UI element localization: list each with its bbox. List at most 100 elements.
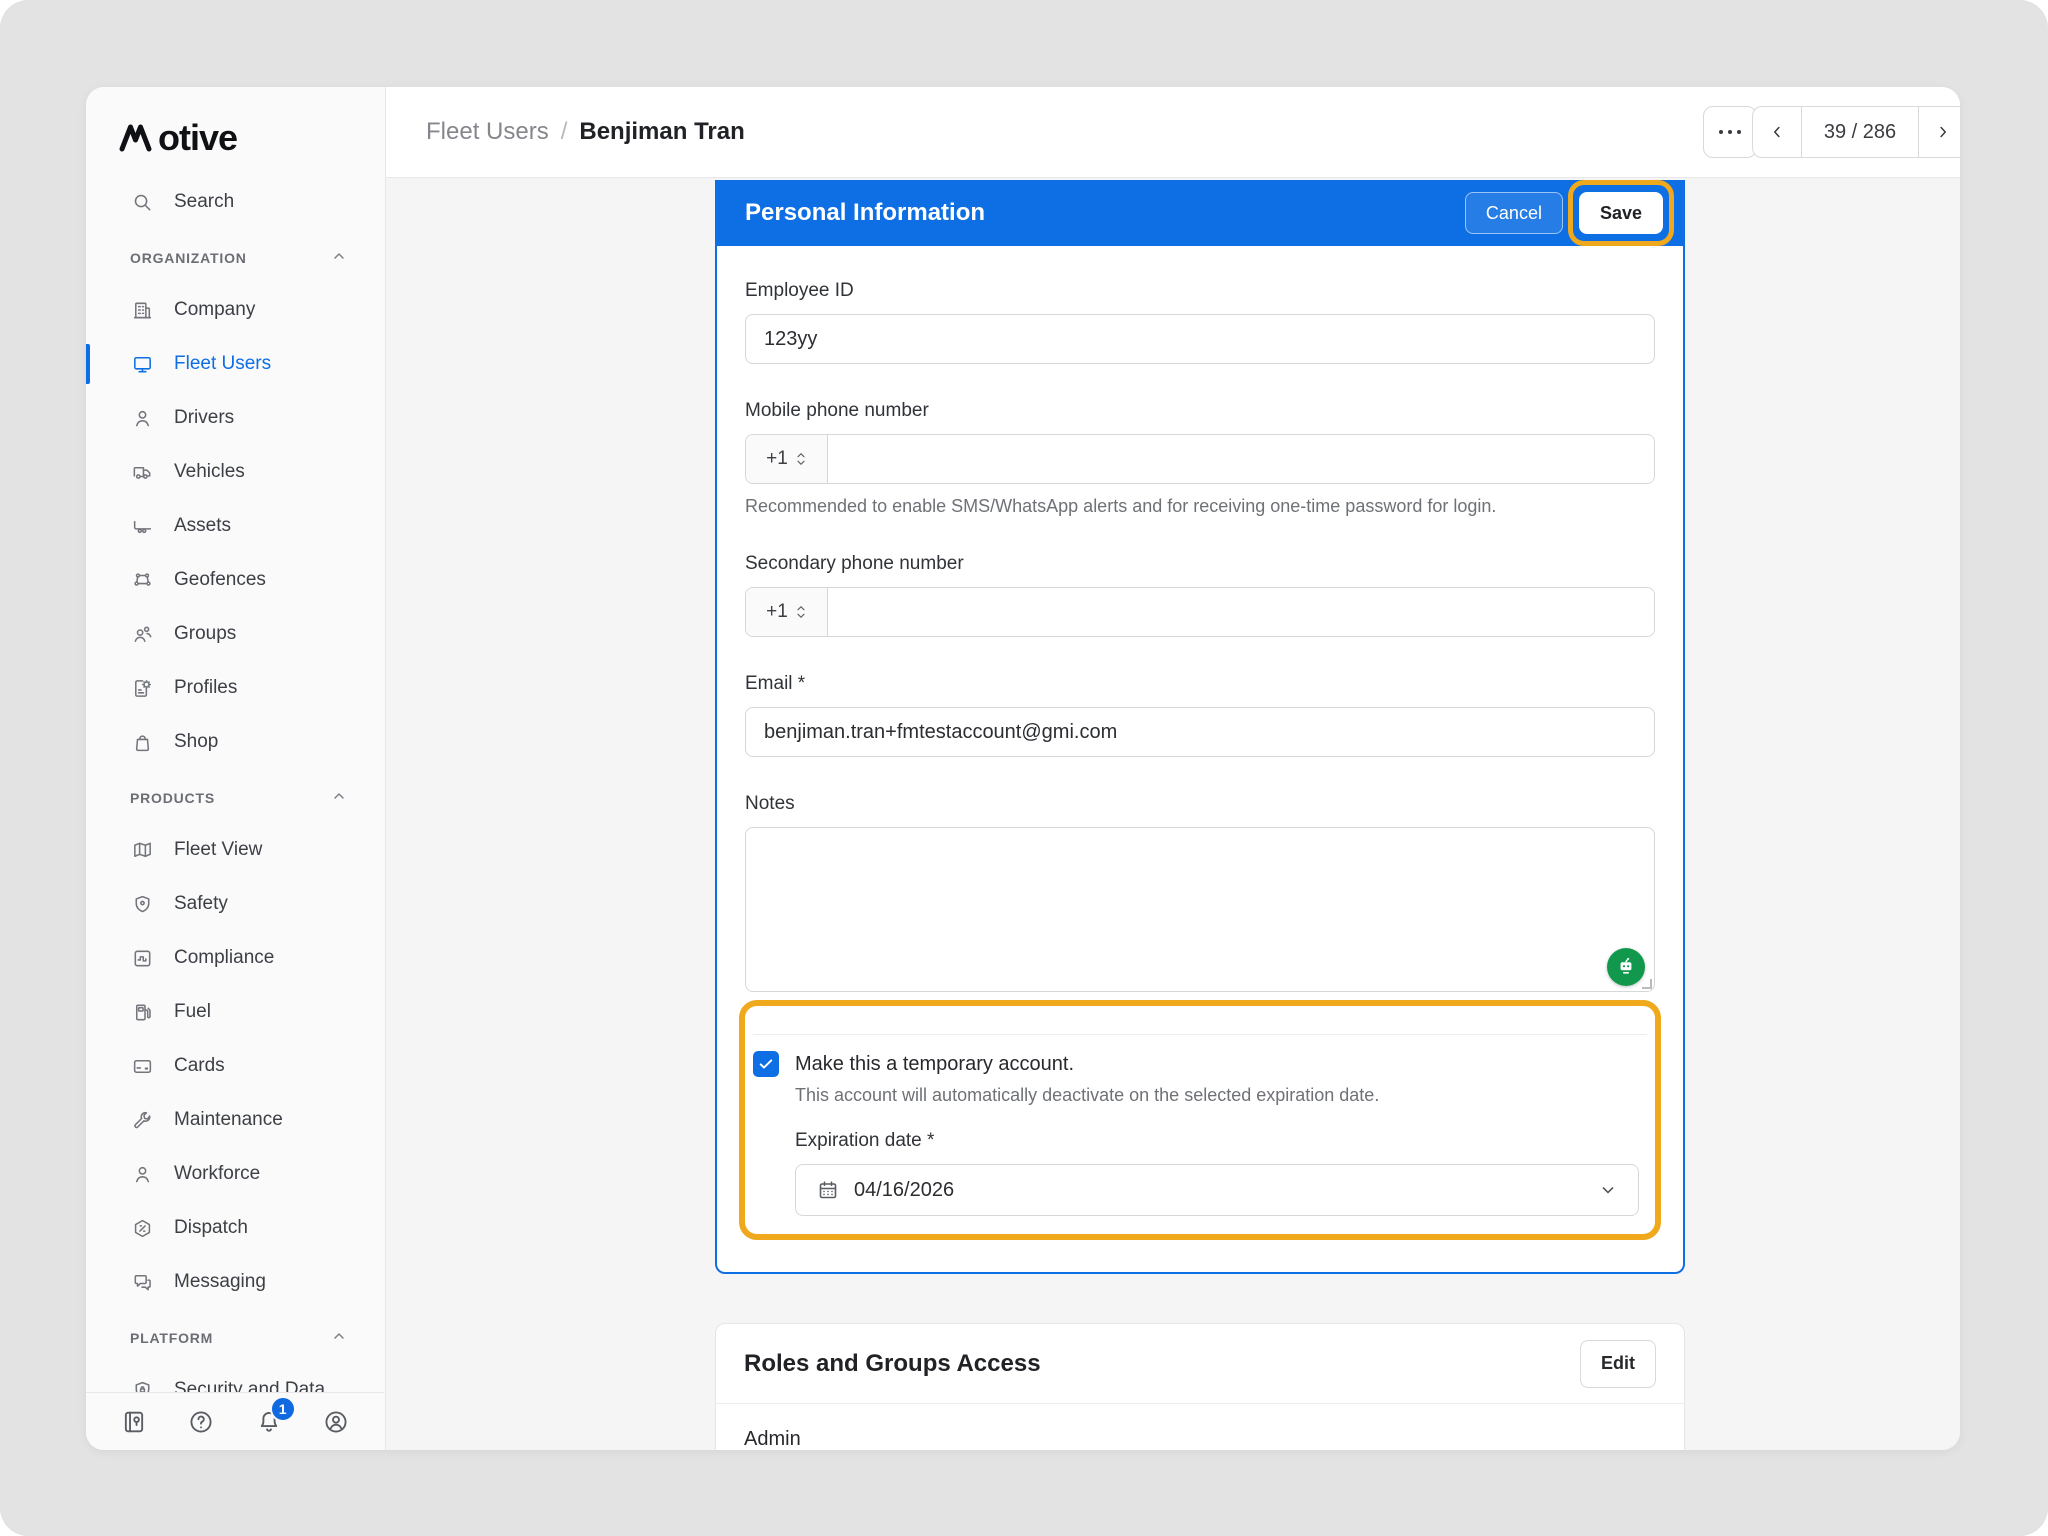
chevron-down-icon <box>1598 1180 1618 1200</box>
sidebar-item-safety[interactable]: Safety <box>86 877 385 931</box>
app-window: otive Search ORGANIZATION Company Fl <box>86 87 1960 1450</box>
country-code-value: +1 <box>766 448 788 470</box>
guide-book-icon[interactable] <box>120 1408 148 1436</box>
sidebar-item-dispatch[interactable]: Dispatch <box>86 1201 385 1255</box>
shield-icon <box>130 892 154 916</box>
person-icon <box>130 1162 154 1186</box>
sidebar-item-label: Cards <box>174 1055 225 1077</box>
sidebar-item-label: Shop <box>174 731 218 753</box>
sidebar-item-profiles[interactable]: Profiles <box>86 661 385 715</box>
country-code-select[interactable]: +1 <box>746 588 828 636</box>
search-icon <box>130 190 154 214</box>
sidebar-item-messaging[interactable]: Messaging <box>86 1255 385 1309</box>
section-platform[interactable]: PLATFORM <box>86 1313 385 1363</box>
temporary-account-helper: This account will automatically deactiva… <box>795 1085 1647 1106</box>
building-icon <box>130 298 154 322</box>
chat-bubbles-icon <box>130 1270 154 1294</box>
assistant-bot-icon[interactable] <box>1607 948 1645 986</box>
sidebar-item-compliance[interactable]: Compliance <box>86 931 385 985</box>
secondary-phone-input[interactable] <box>828 588 1654 636</box>
email-input[interactable] <box>745 707 1655 757</box>
section-divider <box>753 1034 1647 1035</box>
cancel-button[interactable]: Cancel <box>1465 192 1563 234</box>
person-icon <box>130 406 154 430</box>
country-code-select[interactable]: +1 <box>746 435 828 483</box>
truck-icon <box>130 460 154 484</box>
sidebar-item-workforce[interactable]: Workforce <box>86 1147 385 1201</box>
more-actions-button[interactable] <box>1703 106 1757 158</box>
fuel-pump-icon <box>130 1000 154 1024</box>
roles-groups-access-panel: Roles and Groups Access Edit Admin <box>715 1323 1685 1450</box>
chevron-left-icon <box>1768 123 1786 141</box>
account-icon[interactable] <box>322 1408 350 1436</box>
motive-logo[interactable]: otive <box>86 87 385 165</box>
notification-badge: 1 <box>270 1396 296 1422</box>
sidebar-item-fleet-view[interactable]: Fleet View <box>86 823 385 877</box>
sidebar-item-label: Safety <box>174 893 228 915</box>
monitor-icon <box>130 352 154 376</box>
sidebar-item-label: Maintenance <box>174 1109 283 1131</box>
mobile-phone-input[interactable] <box>828 435 1654 483</box>
sidebar-item-drivers[interactable]: Drivers <box>86 391 385 445</box>
pager-previous-button[interactable] <box>1753 107 1801 157</box>
sidebar-item-label: Profiles <box>174 677 237 699</box>
expiration-date-label: Expiration date * <box>795 1130 1647 1152</box>
chevron-right-icon <box>1934 123 1952 141</box>
edit-button[interactable]: Edit <box>1580 1340 1656 1388</box>
sidebar-item-label: Messaging <box>174 1271 266 1293</box>
notes-field: Notes <box>745 793 1655 992</box>
sidebar-item-label: Fleet Users <box>174 353 271 375</box>
chevron-up-icon <box>331 788 347 809</box>
record-pager: 39 / 286 <box>1752 106 1960 158</box>
role-value: Admin <box>716 1404 1684 1450</box>
pager-next-button[interactable] <box>1919 107 1960 157</box>
save-button[interactable]: Save <box>1579 192 1663 234</box>
employee-id-input[interactable] <box>745 314 1655 364</box>
sidebar-item-maintenance[interactable]: Maintenance <box>86 1093 385 1147</box>
sidebar-nav: Search ORGANIZATION Company Fleet Users … <box>86 165 385 1417</box>
notes-label: Notes <box>745 793 1655 815</box>
sidebar-item-label: Fuel <box>174 1001 211 1023</box>
trailer-icon <box>130 514 154 538</box>
content-area: Personal Information Cancel Save Employe… <box>386 178 1960 1450</box>
temporary-account-label[interactable]: Make this a temporary account. <box>795 1053 1074 1076</box>
sidebar-item-vehicles[interactable]: Vehicles <box>86 445 385 499</box>
temporary-account-checkbox[interactable] <box>753 1051 779 1077</box>
panel-title: Personal Information <box>745 199 1465 227</box>
page-title: Benjiman Tran <box>579 118 744 146</box>
expiration-date-value: 04/16/2026 <box>854 1179 1584 1202</box>
notes-textarea[interactable] <box>745 827 1655 992</box>
notifications-bell-icon[interactable]: 1 <box>255 1408 283 1436</box>
sidebar-item-search[interactable]: Search <box>86 175 385 229</box>
chevron-up-icon <box>331 1328 347 1349</box>
section-label: PRODUCTS <box>130 790 215 806</box>
mobile-phone-helper: Recommended to enable SMS/WhatsApp alert… <box>745 496 1655 517</box>
breadcrumb: Fleet Users / Benjiman Tran <box>426 87 745 177</box>
help-icon[interactable] <box>187 1408 215 1436</box>
spinner-icon <box>795 603 807 621</box>
map-icon <box>130 838 154 862</box>
sidebar-item-company[interactable]: Company <box>86 283 385 337</box>
expiration-date-picker[interactable]: 04/16/2026 <box>795 1164 1639 1216</box>
credit-card-icon <box>130 1054 154 1078</box>
sidebar-item-shop[interactable]: Shop <box>86 715 385 769</box>
sidebar-item-cards[interactable]: Cards <box>86 1039 385 1093</box>
sidebar-item-fleet-users[interactable]: Fleet Users <box>86 337 385 391</box>
secondary-phone-field: Secondary phone number +1 <box>745 553 1655 637</box>
section-products[interactable]: PRODUCTS <box>86 773 385 823</box>
sidebar-item-label: Fleet View <box>174 839 262 861</box>
sidebar-item-assets[interactable]: Assets <box>86 499 385 553</box>
sidebar-item-groups[interactable]: Groups <box>86 607 385 661</box>
section-organization[interactable]: ORGANIZATION <box>86 233 385 283</box>
mobile-phone-field: Mobile phone number +1 Recommended to en… <box>745 400 1655 517</box>
sidebar-item-fuel[interactable]: Fuel <box>86 985 385 1039</box>
resize-handle[interactable] <box>1642 979 1652 989</box>
sidebar-item-geofences[interactable]: Geofences <box>86 553 385 607</box>
sidebar-item-label: Search <box>174 191 234 213</box>
breadcrumb-parent[interactable]: Fleet Users <box>426 118 549 146</box>
sidebar-item-label: Compliance <box>174 947 274 969</box>
calendar-icon <box>816 1178 840 1202</box>
polygon-icon <box>130 568 154 592</box>
sidebar-item-label: Vehicles <box>174 461 245 483</box>
sidebar: otive Search ORGANIZATION Company Fl <box>86 87 386 1450</box>
